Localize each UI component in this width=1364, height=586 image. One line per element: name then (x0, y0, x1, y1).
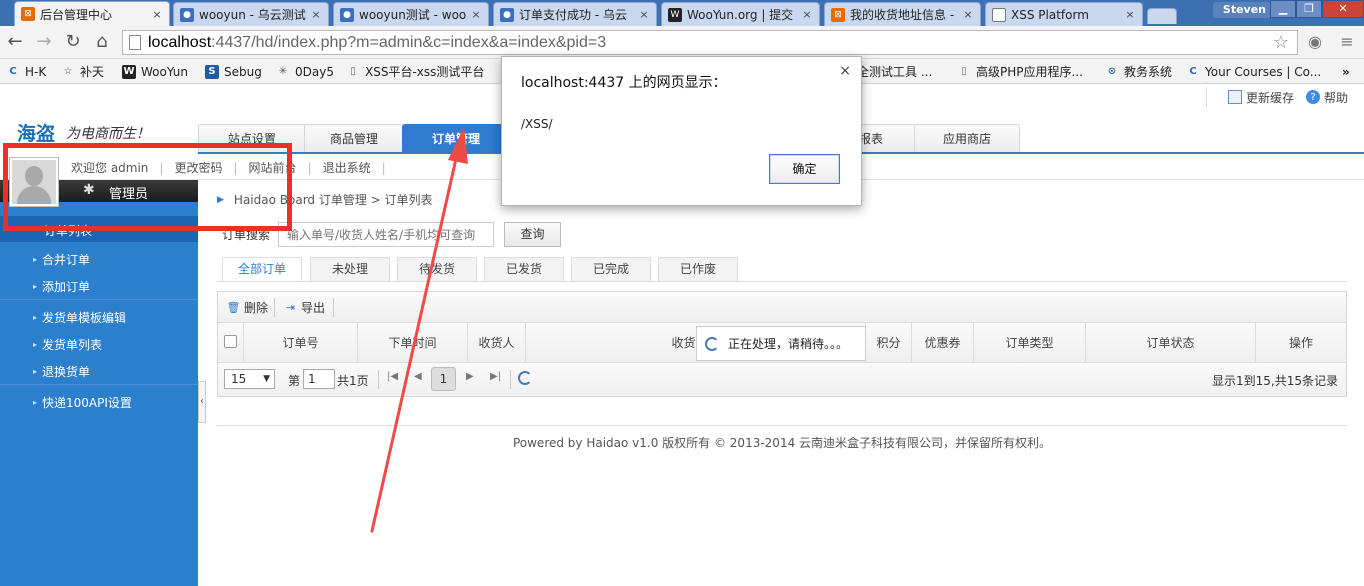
alert-dialog: × localhost:4437 上的网页显示： /XSS/ 确定 (501, 56, 862, 206)
dialog-ok-button[interactable]: 确定 (769, 154, 840, 184)
dialog-title: localhost:4437 上的网页显示： (521, 75, 727, 91)
dialog-message: /XSS/ (521, 117, 553, 131)
dialog-close-icon[interactable]: × (839, 63, 851, 79)
